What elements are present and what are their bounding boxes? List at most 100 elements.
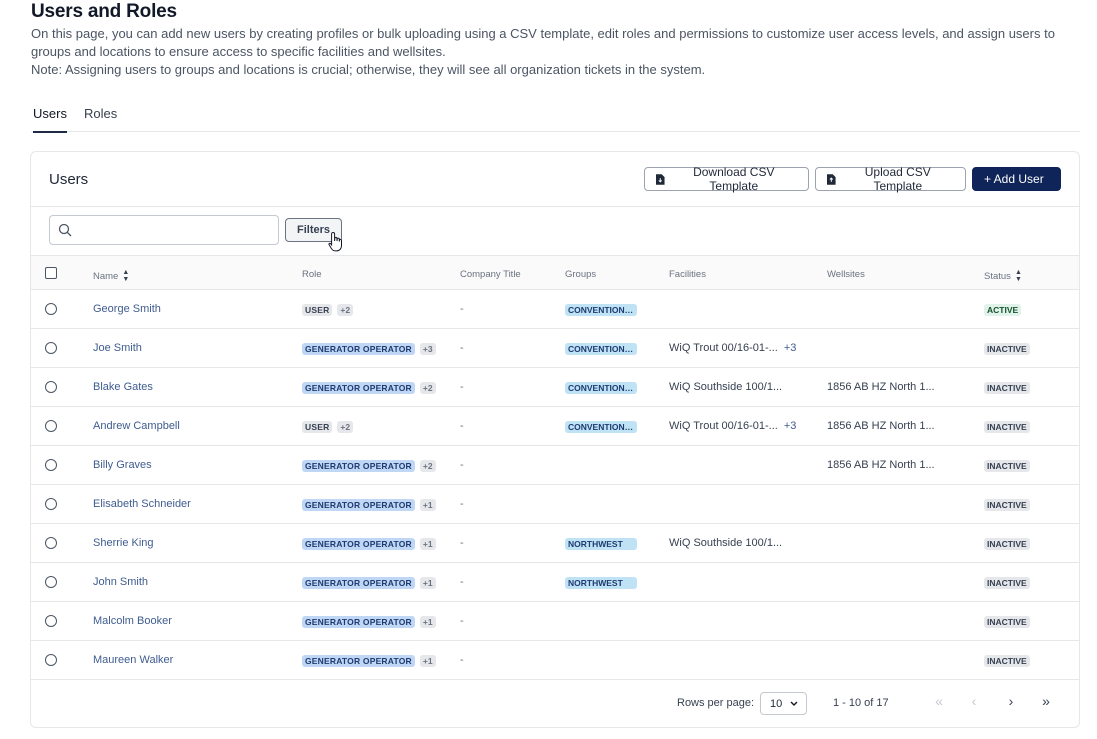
user-name-link[interactable]: Andrew Campbell — [93, 420, 180, 432]
table-row[interactable]: George Smith USER +2 - CONVENTIONAL ACTIVE — [31, 290, 1079, 329]
status-cell: INACTIVE — [984, 421, 1030, 433]
users-card: Users Download CSV Template Upload CSV T… — [30, 151, 1080, 728]
role-more-badge[interactable]: +2 — [337, 304, 354, 316]
role-more-badge[interactable]: +1 — [419, 499, 436, 511]
wellsites-cell: 1856 AB HZ North 1... — [827, 381, 935, 393]
column-header-wellsites: Wellsites — [827, 269, 865, 280]
tab-users[interactable]: Users — [33, 106, 67, 133]
search-icon — [58, 223, 72, 237]
last-page-icon[interactable]: » — [1037, 693, 1055, 709]
facility-more-link[interactable]: +3 — [784, 342, 797, 354]
table-row[interactable]: Sherrie King GENERATOR OPERATOR +1 - NORTHWE… — [31, 524, 1079, 563]
status-badge: ACTIVE — [984, 304, 1022, 316]
row-checkbox[interactable] — [45, 537, 57, 549]
user-name-link[interactable]: Sherrie King — [93, 537, 154, 549]
table-row[interactable]: John Smith GENERATOR OPERATOR +1 - NORTHWEST… — [31, 563, 1079, 602]
role-more-badge[interactable]: +3 — [419, 343, 436, 355]
role-more-badge[interactable]: +1 — [419, 655, 436, 667]
status-cell: INACTIVE — [984, 577, 1030, 589]
user-name-link[interactable]: Billy Graves — [93, 459, 152, 471]
chevron-down-icon — [790, 701, 798, 706]
role-cell: GENERATOR OPERATOR +1 — [302, 538, 436, 550]
group-badge: NORTHWEST — [565, 577, 637, 589]
sort-icon: ▲ ▼ — [1014, 269, 1022, 283]
hand-pointer-icon — [328, 231, 342, 252]
facilities-cell: WiQ Southside 100/1... — [669, 537, 782, 549]
column-header-status[interactable]: Status ▲ ▼ — [984, 269, 1022, 283]
role-more-badge[interactable]: +2 — [419, 460, 436, 472]
role-cell: USER +2 — [302, 421, 354, 433]
facilities-cell: WiQ Trout 00/16-01-... +3 — [669, 342, 796, 354]
table-row[interactable]: Billy Graves GENERATOR OPERATOR +2 - 1856 AB… — [31, 446, 1079, 485]
user-name-link[interactable]: Joe Smith — [93, 342, 142, 354]
first-page-icon[interactable]: « — [930, 693, 948, 709]
tab-roles[interactable]: Roles — [84, 106, 117, 131]
user-name-link[interactable]: George Smith — [93, 303, 161, 315]
table-row[interactable]: Joe Smith GENERATOR OPERATOR +3 - CONVENTION… — [31, 329, 1079, 368]
upload-csv-label: Upload CSV Template — [864, 165, 931, 193]
row-checkbox[interactable] — [45, 459, 57, 471]
company-title-cell: - — [460, 498, 464, 510]
tab-bar: Users Roles — [31, 102, 1080, 133]
status-badge: INACTIVE — [984, 460, 1030, 472]
groups-cell: NORTHWEST — [565, 538, 637, 553]
row-checkbox[interactable] — [45, 381, 57, 393]
select-all-checkbox[interactable] — [45, 267, 57, 279]
status-cell: INACTIVE — [984, 343, 1030, 355]
status-cell: INACTIVE — [984, 499, 1030, 511]
row-checkbox[interactable] — [45, 303, 57, 315]
row-checkbox[interactable] — [45, 420, 57, 432]
role-more-badge[interactable]: +2 — [337, 421, 354, 433]
table-row[interactable]: Andrew Campbell USER +2 - CONVENTIONAL WiQ Tr… — [31, 407, 1079, 446]
facilities-cell: WiQ Southside 100/1... — [669, 381, 782, 393]
group-badge: CONVENTIONAL — [565, 382, 637, 394]
column-header-facilities: Facilities — [669, 269, 706, 280]
facility-more-link[interactable]: +3 — [784, 420, 797, 432]
column-header-groups: Groups — [565, 269, 597, 280]
row-checkbox[interactable] — [45, 615, 57, 627]
groups-cell: CONVENTIONAL — [565, 382, 637, 397]
facility-text: WiQ Southside 100/1... — [669, 537, 783, 549]
role-cell: GENERATOR OPERATOR +1 — [302, 616, 436, 628]
row-checkbox[interactable] — [45, 576, 57, 588]
rows-per-page-select[interactable]: 10 — [760, 692, 807, 715]
table-row[interactable]: Blake Gates GENERATOR OPERATOR +2 - CONVENTI… — [31, 368, 1079, 407]
role-more-badge[interactable]: +1 — [419, 616, 436, 628]
status-badge: INACTIVE — [984, 343, 1030, 355]
table-row[interactable]: Maureen Walker GENERATOR OPERATOR +1 - INACT… — [31, 641, 1079, 680]
file-download-icon — [656, 173, 665, 185]
group-badge: CONVENTIONAL — [565, 343, 637, 355]
facilities-cell: WiQ Trout 00/16-01-... +3 — [669, 420, 796, 432]
company-title-cell: - — [460, 342, 464, 354]
role-more-badge[interactable]: +1 — [419, 577, 436, 589]
column-header-name[interactable]: Name ▲ ▼ — [93, 269, 129, 283]
table-row[interactable]: Elisabeth Schneider GENERATOR OPERATOR +1 -… — [31, 485, 1079, 524]
upload-csv-button[interactable]: Upload CSV Template — [815, 165, 966, 193]
role-more-badge[interactable]: +2 — [419, 382, 436, 394]
user-name-link[interactable]: Blake Gates — [93, 381, 153, 393]
role-badge: GENERATOR OPERATOR — [302, 460, 415, 472]
user-name-link[interactable]: John Smith — [93, 576, 148, 588]
user-name-link[interactable]: Elisabeth Schneider — [93, 498, 191, 510]
row-checkbox[interactable] — [45, 342, 57, 354]
role-cell: GENERATOR OPERATOR +3 — [302, 343, 436, 355]
row-checkbox[interactable] — [45, 654, 57, 666]
search-input[interactable] — [49, 215, 279, 245]
previous-page-icon[interactable]: ‹ — [965, 693, 983, 709]
sort-icon: ▲ ▼ — [122, 269, 130, 283]
role-cell: GENERATOR OPERATOR +2 — [302, 460, 436, 472]
description-text: On this page, you can add new users by c… — [31, 26, 1055, 59]
row-checkbox[interactable] — [45, 498, 57, 510]
download-csv-button[interactable]: Download CSV Template — [644, 165, 809, 193]
table-row[interactable]: Malcolm Booker GENERATOR OPERATOR +1 - INACT… — [31, 602, 1079, 641]
wellsites-cell: 1856 AB HZ North 1... — [827, 459, 935, 471]
role-badge: GENERATOR OPERATOR — [302, 655, 415, 667]
rows-per-page-value: 10 — [770, 697, 783, 710]
next-page-icon[interactable]: › — [1002, 693, 1020, 709]
role-more-badge[interactable]: +1 — [419, 538, 436, 550]
status-badge: INACTIVE — [984, 616, 1030, 628]
user-name-link[interactable]: Malcolm Booker — [93, 615, 172, 627]
user-name-link[interactable]: Maureen Walker — [93, 654, 173, 666]
add-user-button[interactable]: + Add User — [972, 167, 1061, 191]
company-title-cell: - — [460, 576, 464, 588]
